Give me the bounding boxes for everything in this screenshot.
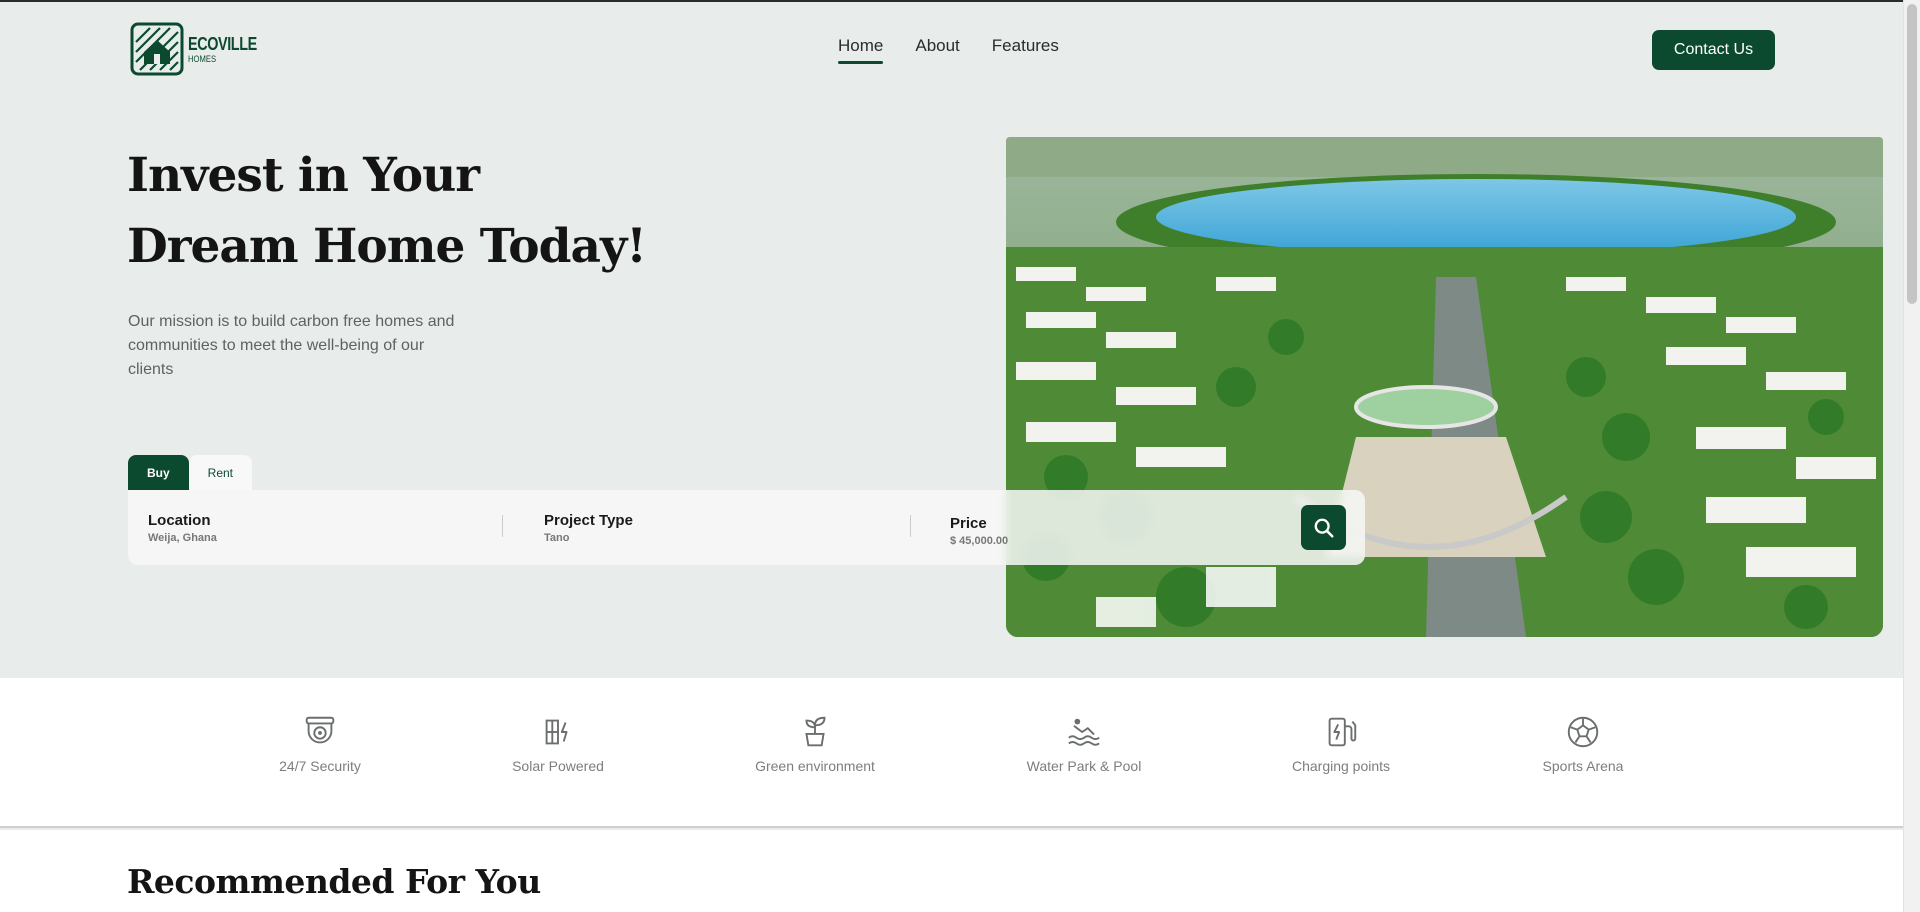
main-nav: Home About Features xyxy=(838,36,1059,64)
features-strip: 24/7 Security Solar Powered Green enviro… xyxy=(0,678,1903,828)
project-type-value: Tano xyxy=(544,531,570,544)
charging-station-icon xyxy=(1328,717,1357,747)
nav-home[interactable]: Home xyxy=(838,36,884,64)
feature-charging: Charging points xyxy=(1251,713,1431,774)
page-scrollbar[interactable] xyxy=(1903,0,1920,912)
feature-label: Sports Arena xyxy=(1542,758,1624,774)
search-tabs: Buy Rent xyxy=(128,455,253,490)
plant-icon xyxy=(805,716,826,747)
location-field[interactable]: Location Weija, Ghana xyxy=(148,490,217,565)
price-label: Price xyxy=(950,514,987,532)
field-divider xyxy=(910,515,911,537)
feature-label: Water Park & Pool xyxy=(1026,758,1142,774)
hero-title-line1: Invest in Your xyxy=(127,148,480,203)
brand-name: ECOVILLE xyxy=(188,33,257,54)
price-field[interactable]: Price $ 45,000.00 xyxy=(950,493,1008,568)
search-button[interactable] xyxy=(1301,505,1346,550)
search-panel: Location Weija, Ghana Project Type Tano … xyxy=(128,490,1365,565)
feature-label: Green environment xyxy=(755,758,875,774)
project-type-field[interactable]: Project Type Tano xyxy=(544,490,633,565)
contact-us-button[interactable]: Contact Us xyxy=(1652,30,1775,70)
nav-about[interactable]: About xyxy=(915,36,959,64)
hero-title: Invest in Your Dream Home Today! xyxy=(127,140,747,282)
nav-features[interactable]: Features xyxy=(992,36,1059,64)
feature-label: Charging points xyxy=(1291,758,1391,774)
tab-rent[interactable]: Rent xyxy=(188,455,253,490)
feature-solar: Solar Powered xyxy=(468,713,648,774)
field-divider xyxy=(502,515,503,537)
hero-title-line2: Dream Home Today! xyxy=(127,219,647,274)
hero-description: Our mission is to build carbon free home… xyxy=(128,313,455,378)
scrollbar-thumb[interactable] xyxy=(1907,4,1917,304)
tab-buy[interactable]: Buy xyxy=(128,455,189,490)
feature-label: 24/7 Security xyxy=(279,758,361,774)
section-title: Recommended For You xyxy=(127,862,541,901)
search-icon xyxy=(1314,518,1334,538)
feature-green: Green environment xyxy=(725,713,905,774)
solar-panel-icon xyxy=(545,719,568,745)
location-label: Location xyxy=(148,511,211,529)
brand-sub: HOMES xyxy=(188,53,217,64)
logo-icon xyxy=(130,22,184,76)
swimming-icon xyxy=(1068,718,1100,746)
brand-logo[interactable]: ECOVILLE HOMES xyxy=(130,22,274,76)
price-value: $ 45,000.00 xyxy=(950,534,1009,547)
feature-label: Solar Powered xyxy=(512,758,604,774)
feature-sports: Sports Arena xyxy=(1493,713,1673,774)
feature-water-park: Water Park & Pool xyxy=(994,713,1174,774)
project-type-label: Project Type xyxy=(544,511,633,529)
feature-security: 24/7 Security xyxy=(230,713,410,774)
soccer-ball-icon xyxy=(1567,716,1599,748)
location-value: Weija, Ghana xyxy=(148,531,217,544)
security-camera-icon xyxy=(305,716,335,744)
window-top-border xyxy=(0,0,1920,2)
